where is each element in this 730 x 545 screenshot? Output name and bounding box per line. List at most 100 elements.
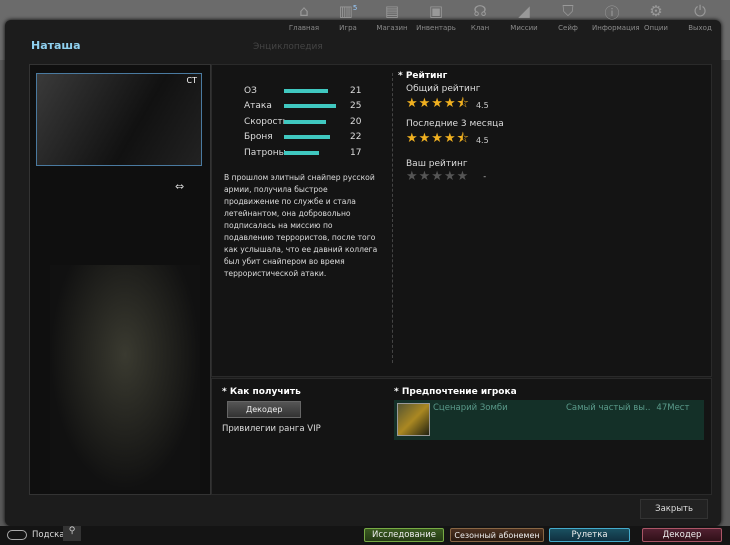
your-rating-stars[interactable]: ★★★★★ -	[406, 169, 504, 184]
nav-shop[interactable]: ▤ Магазин	[372, 2, 412, 32]
stat-value: 20	[350, 116, 362, 127]
nav-game[interactable]: ▥5 Игра	[328, 2, 368, 32]
nav-label: Информация	[592, 24, 640, 32]
stat-row: Броня 22	[244, 130, 370, 146]
stat-label: Атака	[244, 101, 272, 112]
shop-icon: ▤	[384, 2, 400, 20]
stat-label: Броня	[244, 132, 273, 143]
your-rating-label: Ваш рейтинг	[406, 159, 468, 169]
nav-missions[interactable]: ◢ Миссии	[504, 2, 544, 32]
your-rating-value: -	[483, 172, 487, 181]
nav-info[interactable]: ⓘ Информация	[592, 2, 640, 32]
stat-row: Патроны 17	[244, 145, 370, 161]
vip-note: Привилегии ранга VIP	[222, 424, 321, 434]
stat-label: Патроны	[244, 147, 286, 158]
character-preview-panel: CT ⇔	[29, 64, 211, 495]
preference-stat: Самый частый вы..	[566, 403, 651, 413]
mode-icon	[397, 403, 430, 436]
season-pass-button[interactable]: Сезонный абонемен	[450, 528, 544, 542]
nav-badge: 5	[352, 4, 358, 12]
megaphone-icon: ◢	[518, 2, 530, 20]
shield-icon: ⛉	[562, 2, 574, 20]
divider	[392, 73, 393, 363]
nav-clan[interactable]: ☊ Клан	[460, 2, 500, 32]
nav-safe[interactable]: ⛉ Сейф	[548, 2, 588, 32]
nav-home[interactable]: ⌂ Главная	[284, 2, 324, 32]
stat-bar	[284, 135, 330, 140]
game-icon: ▥5	[338, 2, 358, 20]
character-dialog: Наташа Энциклопедия CT ⇔ ОЗ 21 Атака 25 Скор…	[5, 20, 721, 526]
hint-label: Подска	[32, 530, 65, 540]
stat-label: ОЗ	[244, 85, 257, 96]
stat-bar	[284, 88, 328, 93]
nav-label: Опции	[644, 24, 668, 32]
nav-options[interactable]: ⚙ Опции	[636, 2, 676, 32]
dialog-title: Наташа	[31, 39, 81, 52]
character-portrait[interactable]: CT	[36, 73, 202, 166]
nav-label: Миссии	[510, 24, 538, 32]
nav-inventory[interactable]: ▣ Инвентарь	[416, 2, 456, 32]
info-panel: ОЗ 21 Атака 25 Скорость 20 Броня 22 Патроны 17 В …	[211, 64, 712, 377]
preference-place: 47Мест	[656, 403, 690, 413]
stat-bar	[284, 150, 320, 155]
preference-mode: Сценарий Зомби	[433, 403, 508, 413]
rating-section: * Рейтинг Общий рейтинг ★★★★⯪ 4.5 Последн…	[398, 71, 504, 184]
nav-label: Магазин	[376, 24, 408, 32]
recent-rating-label: Последние 3 месяца	[406, 119, 504, 129]
stat-value: 21	[350, 85, 362, 96]
rotate-icon[interactable]: ⇔	[175, 180, 184, 193]
stat-row: Атака 25	[244, 99, 370, 115]
nav-label: Главная	[288, 24, 320, 32]
stat-bar-track	[284, 88, 350, 93]
nav-exit[interactable]: ⏻ Выход	[680, 2, 720, 32]
character-description: В прошлом элитный снайпер русской армии,…	[224, 173, 378, 278]
clan-icon: ☊	[473, 2, 487, 20]
stat-row: Скорость 20	[244, 114, 370, 130]
info-icon: ⓘ	[604, 4, 620, 22]
footer-bar: Подска ⚲ Исследование Сезонный абонемен …	[0, 526, 730, 545]
gear-icon: ⚙	[649, 2, 663, 20]
overall-rating-value: 4.5	[475, 100, 489, 110]
home-icon: ⌂	[299, 2, 309, 20]
stat-bar-track	[284, 135, 350, 140]
acquire-panel: * Как получить Декодер Привилегии ранга …	[211, 378, 712, 495]
overall-rating-label: Общий рейтинг	[406, 84, 481, 94]
stat-bar-track	[284, 119, 350, 124]
roulette-button[interactable]: Рулетка	[549, 528, 630, 542]
briefcase-icon: ▣	[428, 2, 444, 20]
nav-label: Инвентарь	[416, 24, 456, 32]
background-encyclopedia-label: Энциклопедия	[253, 42, 323, 52]
stat-bar-track	[284, 104, 350, 109]
preference-header: * Предпочтение игрока	[394, 387, 517, 397]
stat-label: Скорость	[244, 116, 288, 127]
recent-rating-stars: ★★★★⯪ 4.5	[406, 131, 489, 146]
overall-rating-stars: ★★★★⯪ 4.5	[406, 96, 489, 111]
search-icon[interactable]: ⚲	[63, 526, 81, 541]
chat-icon[interactable]	[7, 530, 27, 540]
player-preference-section: * Предпочтение игрока Сценарий Зомби Сам…	[394, 387, 704, 440]
stat-bar	[284, 104, 336, 109]
stat-row: ОЗ 21	[244, 83, 370, 99]
stat-value: 22	[350, 132, 362, 143]
stat-value: 25	[350, 101, 362, 112]
decoder-button[interactable]: Декодер	[227, 401, 302, 418]
class-badge: CT	[186, 76, 197, 85]
research-button[interactable]: Исследование	[364, 528, 444, 542]
how-to-get-header: * Как получить	[222, 387, 301, 397]
stat-value: 17	[350, 147, 362, 158]
character-model[interactable]	[50, 265, 200, 490]
recent-rating-value: 4.5	[475, 135, 489, 145]
top-nav: ⌂ Главная ▥5 Игра ▤ Магазин ▣ Инвентарь ☊ Кла…	[284, 2, 720, 32]
nav-label: Игра	[339, 24, 357, 32]
nav-label: Сейф	[558, 24, 578, 32]
how-to-get-section: * Как получить Декодер Привилегии ранга …	[222, 387, 321, 434]
nav-label: Клан	[470, 24, 490, 32]
decoder-footer-button[interactable]: Декодер	[642, 528, 722, 542]
preference-row: Сценарий Зомби Самый частый вы.. 47Мест	[394, 400, 704, 440]
close-button[interactable]: Закрыть	[640, 499, 708, 519]
rating-header: * Рейтинг	[398, 71, 448, 81]
stat-bar-track	[284, 150, 350, 155]
nav-label: Выход	[688, 24, 712, 32]
stat-bar	[284, 119, 326, 124]
power-icon: ⏻	[694, 2, 706, 20]
